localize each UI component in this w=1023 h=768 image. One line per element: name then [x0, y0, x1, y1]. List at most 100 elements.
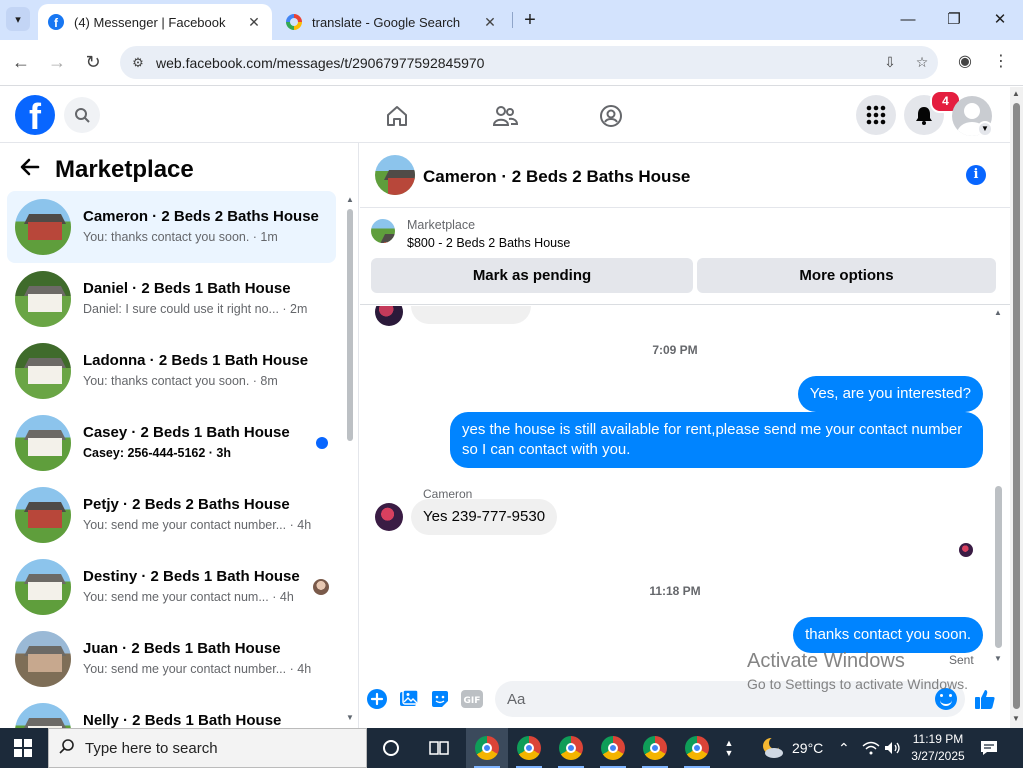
new-tab-button[interactable]: +	[520, 8, 540, 32]
scrollbar-thumb[interactable]	[347, 209, 353, 441]
add-plus-icon[interactable]	[366, 688, 388, 710]
message-input-field[interactable]	[495, 681, 965, 717]
tab-google-translate[interactable]: translate - Google Search ✕	[276, 4, 508, 40]
notification-center-icon[interactable]	[980, 728, 998, 768]
home-icon[interactable]	[382, 101, 412, 131]
listing-category: Marketplace	[407, 218, 476, 232]
conversation-name: Juan · 2 Beds 1 Bath House	[83, 640, 281, 657]
timestamp: 11:18 PM	[649, 584, 701, 598]
contact-avatar[interactable]	[375, 503, 403, 531]
site-info-icon[interactable]: ⚙	[120, 55, 156, 71]
contact-avatar	[375, 306, 403, 326]
browser-menu-icon[interactable]: ⋮	[989, 50, 1013, 74]
facebook-logo-icon[interactable]: f	[15, 95, 55, 135]
conversation-item[interactable]: Juan · 2 Beds 1 Bath House You: send me …	[7, 623, 336, 695]
show-hidden-icons-chevron-icon[interactable]: ⌃	[838, 728, 850, 768]
info-icon[interactable]: i	[966, 165, 986, 185]
system-clock[interactable]: 11:19 PM 3/27/2025	[906, 731, 970, 765]
windows-start-icon[interactable]	[0, 728, 46, 768]
url-text[interactable]: web.facebook.com/messages/t/290679775928…	[156, 55, 874, 71]
incoming-message-bubble[interactable]: Yes 239-777-9530	[411, 499, 558, 535]
cortana-icon[interactable]	[370, 728, 412, 768]
menu-grid-icon[interactable]	[856, 95, 896, 135]
photo-icon[interactable]	[398, 688, 420, 710]
google-favicon-icon	[286, 14, 302, 30]
weather-widget[interactable]: 29°C	[760, 728, 823, 768]
network-icon[interactable]	[862, 728, 880, 768]
restore-button[interactable]: ❐	[944, 8, 964, 32]
conversation-item[interactable]: Casey · 2 Beds 1 Bath House Casey: 256-4…	[7, 407, 336, 479]
scroll-down-arrow-icon[interactable]: ▼	[1012, 714, 1020, 723]
emoji-icon[interactable]	[935, 688, 957, 710]
conversation-preview: You: thanks contact you soon. · 8m	[83, 374, 278, 388]
taskbar-search-box[interactable]: Type here to search	[48, 728, 367, 768]
message-input[interactable]	[507, 689, 927, 709]
page-scrollbar[interactable]: ▲ ▼	[1010, 87, 1023, 728]
scrollbar-thumb[interactable]	[995, 486, 1002, 648]
listing-thumbnail	[15, 343, 71, 399]
scroll-up-arrow-icon[interactable]: ▲	[346, 195, 354, 204]
conversation-preview: You: send me your contact num... · 4h	[83, 590, 294, 604]
tab-messenger[interactable]: f (4) Messenger | Facebook ✕	[38, 4, 272, 40]
outgoing-message-bubble[interactable]: thanks contact you soon.	[793, 617, 983, 653]
timestamp: 7:09 PM	[652, 343, 698, 357]
scroll-up-arrow-icon[interactable]: ▲	[1012, 89, 1020, 98]
conversation-preview: You: send me your contact number... · 4h	[83, 662, 312, 676]
chevron-down-icon[interactable]: ▼	[977, 121, 993, 137]
message-thread: 7:09 PM Yes, are you interested? yes the…	[360, 306, 1010, 676]
chat-title[interactable]: Cameron · 2 Beds 2 Baths House	[423, 167, 690, 187]
thumbs-up-icon[interactable]	[974, 688, 996, 710]
close-tab-icon[interactable]: ✕	[246, 14, 262, 31]
task-view-icon[interactable]	[418, 728, 460, 768]
chrome-taskbar-icon[interactable]	[676, 728, 718, 768]
chrome-taskbar-icon[interactable]	[634, 728, 676, 768]
scrollbar-thumb[interactable]	[1013, 103, 1020, 709]
conversation-item[interactable]: Cameron · 2 Beds 2 Baths House You: than…	[7, 191, 336, 263]
svg-text:GIF: GIF	[464, 696, 481, 706]
conversation-item[interactable]: Nelly · 2 Beds 1 Bath House	[7, 695, 336, 728]
friends-icon[interactable]	[490, 101, 520, 131]
more-options-button[interactable]: More options	[697, 258, 996, 293]
tab-search-button[interactable]: ▾	[6, 7, 30, 31]
conversation-item[interactable]: Ladonna · 2 Beds 1 Bath House You: thank…	[7, 335, 336, 407]
reload-button[interactable]: ↻	[81, 50, 105, 74]
chrome-taskbar-icon[interactable]	[592, 728, 634, 768]
conversation-list-panel: Marketplace Cameron · 2 Beds 2 Baths Hou…	[0, 143, 359, 728]
back-button[interactable]: ←	[9, 50, 33, 74]
outgoing-message-bubble[interactable]: Yes, are you interested?	[797, 376, 983, 412]
groups-icon[interactable]	[596, 101, 626, 131]
conversation-item[interactable]: Destiny · 2 Beds 1 Bath House You: send …	[7, 551, 336, 623]
message-scrollbar[interactable]: ▲ ▼	[992, 306, 1006, 666]
volume-icon[interactable]	[884, 728, 902, 768]
outgoing-message-bubble[interactable]: yes the house is still available for ren…	[450, 412, 983, 468]
taskbar-scroll-arrows-icon[interactable]: ▲ ▼	[722, 728, 736, 768]
mark-as-pending-button[interactable]: Mark as pending	[371, 258, 693, 293]
install-app-icon[interactable]: ⇩	[874, 54, 906, 71]
gif-icon[interactable]: GIF	[461, 688, 483, 710]
address-bar[interactable]: ⚙ web.facebook.com/messages/t/2906797759…	[120, 46, 938, 79]
message-status: Sent	[949, 653, 974, 667]
profile-icon[interactable]: ◉	[953, 50, 977, 74]
bookmark-star-icon[interactable]: ☆	[906, 54, 938, 71]
chrome-taskbar-icon[interactable]	[550, 728, 592, 768]
search-icon[interactable]	[64, 97, 100, 133]
back-arrow-icon[interactable]	[20, 157, 42, 179]
conversation-name: Destiny · 2 Beds 1 Bath House	[83, 568, 300, 585]
scroll-up-arrow-icon[interactable]: ▲	[994, 308, 1002, 317]
listing-title[interactable]: $800 - 2 Beds 2 Baths House	[407, 236, 570, 250]
scroll-down-arrow-icon[interactable]: ▼	[346, 713, 354, 722]
scroll-down-arrow-icon[interactable]: ▼	[994, 654, 1002, 663]
browser-toolbar: ← → ↻ ⚙ web.facebook.com/messages/t/2906…	[0, 40, 1023, 86]
sticker-icon[interactable]	[429, 688, 451, 710]
close-window-button[interactable]: ✕	[990, 8, 1010, 32]
conversation-list-scrollbar[interactable]: ▲ ▼	[345, 195, 355, 728]
close-tab-icon[interactable]: ✕	[482, 14, 498, 31]
chrome-taskbar-icon[interactable]	[466, 728, 508, 768]
forward-button[interactable]: →	[45, 50, 69, 74]
chrome-taskbar-icon[interactable]	[508, 728, 550, 768]
minimize-button[interactable]: —	[898, 8, 918, 32]
conversation-item[interactable]: Daniel · 2 Beds 1 Bath House Daniel: I s…	[7, 263, 336, 335]
conversation-item[interactable]: Petjy · 2 Beds 2 Baths House You: send m…	[7, 479, 336, 551]
chat-listing-thumbnail[interactable]	[375, 155, 415, 195]
message-text: thanks contact you soon.	[805, 626, 971, 643]
